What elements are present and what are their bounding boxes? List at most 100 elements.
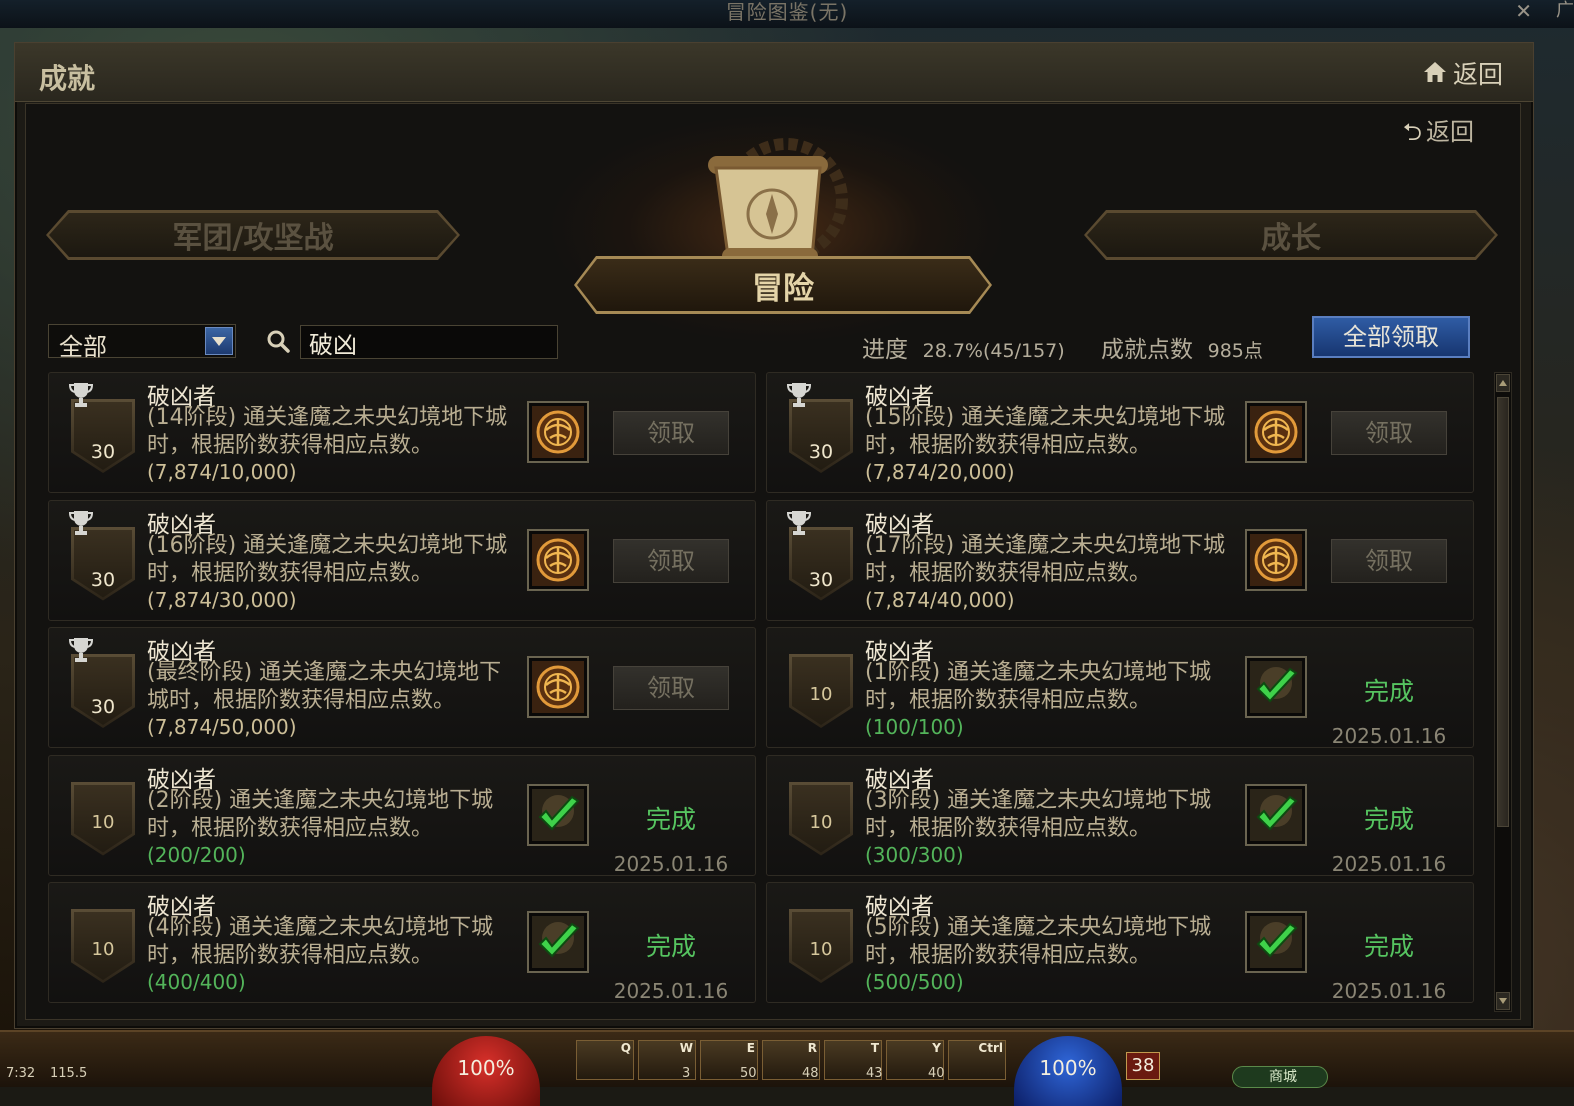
achievement-points: 10 (809, 684, 833, 705)
achievement-points: 30 (808, 568, 834, 591)
tab-legion-siege[interactable]: 军团/攻坚战 (46, 210, 460, 260)
points-shield: 30 (71, 526, 135, 601)
trophy-icon (69, 638, 93, 662)
hp-orb: 100% (432, 1036, 540, 1106)
points-shield: 10 (789, 909, 853, 983)
claim-button[interactable]: 领取 (613, 411, 729, 455)
achievement-card: 10 破凶者 (1阶段) 通关逢魔之未央幻境地下城时，根据阶数获得相应点数。 (… (766, 627, 1474, 748)
skill-slot-q[interactable]: Q (576, 1040, 634, 1080)
close-icon[interactable]: ✕ (1515, 0, 1532, 22)
game-hud: 7:32 115.5 100% Q W E R T Y Ctrl 3 50 48… (0, 1030, 1574, 1106)
tab-adventure-label: 冒险 (577, 259, 989, 311)
header-back-button[interactable]: 返回 (1453, 55, 1503, 91)
achievement-points: 30 (90, 441, 116, 463)
progress-value: 28.7%(45/157) (922, 340, 1065, 362)
points-stat: 成就点数 985点 (1101, 330, 1263, 364)
list-scrollbar[interactable] (1494, 372, 1512, 1012)
reward-slot[interactable] (1245, 401, 1307, 463)
home-icon[interactable] (1423, 61, 1447, 83)
title-extra-text: 广 (1556, 0, 1574, 21)
slot-count-2: 50 (740, 1066, 757, 1081)
claim-all-button[interactable]: 全部领取 (1312, 316, 1470, 358)
achievement-card: 10 破凶者 (2阶段) 通关逢魔之未央幻境地下城时，根据阶数获得相应点数。 (… (48, 754, 756, 876)
scroll-thumb[interactable] (1497, 397, 1509, 827)
category-filter-select[interactable]: 全部 (48, 324, 236, 361)
points-shield: 10 (789, 654, 853, 728)
achievement-points: 10 (809, 939, 833, 960)
points-shield: 30 (789, 526, 853, 601)
achievement-description: (5阶段) 通关逢魔之未央幻境地下城时，根据阶数获得相应点数。 (865, 915, 1212, 968)
completed-label: 完成 (1363, 804, 1414, 834)
slot-count-3: 48 (802, 1066, 819, 1081)
return-arrow-icon: ⮌ (1402, 118, 1422, 146)
category-filter-value: 全部 (59, 333, 107, 361)
reward-slot[interactable] (527, 528, 589, 591)
scroll-compass-icon (708, 138, 848, 266)
achievement-medal-icon (1250, 533, 1302, 586)
achievement-progress: (400/400) (147, 970, 246, 994)
achievement-card: 30 破凶者 (16阶段) 通关逢魔之未央幻境地下城时，根据阶数获得相应点数。 … (48, 499, 756, 621)
claim-button[interactable]: 领取 (1331, 411, 1447, 455)
points-shield: 30 (71, 654, 135, 728)
achievement-points: 10 (809, 811, 833, 833)
achievement-progress: (7,874/30,000) (147, 587, 297, 612)
points-shield: 30 (789, 399, 853, 473)
scroll-up-button[interactable] (1496, 374, 1510, 392)
achievement-window: 成就 返回 ⮌ 返回 军团/攻坚战 成长 冒险 全部 破凶 进度 28.7%(4… (14, 42, 1534, 1029)
points-shield: 10 (71, 781, 135, 856)
claim-button[interactable]: 领取 (613, 538, 729, 583)
search-icon (267, 330, 290, 353)
achievement-description: (3阶段) 通关逢魔之未央幻境地下城时，根据阶数获得相应点数。 (865, 787, 1212, 841)
achievement-progress: (100/100) (865, 715, 964, 739)
chevron-down-icon[interactable] (205, 327, 233, 355)
search-input[interactable] (300, 325, 558, 359)
achievement-progress: (300/300) (865, 842, 964, 867)
scroll-down-button[interactable] (1496, 992, 1510, 1010)
tab-growth-label: 成长 (1087, 213, 1495, 257)
progress-label: 进度 (862, 337, 908, 363)
achievement-progress: (200/200) (147, 842, 246, 867)
claim-button[interactable]: 领取 (613, 666, 729, 710)
completed-date: 2025.01.16 (1331, 724, 1447, 748)
reward-slot[interactable] (527, 401, 589, 463)
checkmark-icon (1250, 916, 1302, 968)
tab-adventure[interactable]: 冒险 (574, 256, 992, 314)
completed-date: 2025.01.16 (1331, 851, 1447, 876)
progress-stat: 进度 28.7%(45/157) (862, 330, 1065, 364)
slot-count-4: 43 (866, 1066, 883, 1081)
reward-slot[interactable] (1245, 656, 1307, 718)
sub-back-button[interactable]: ⮌ 返回 (1403, 112, 1474, 156)
checkmark-icon (532, 788, 584, 841)
points-shield: 30 (71, 399, 135, 473)
points-label: 成就点数 (1101, 337, 1193, 363)
reward-slot[interactable] (1245, 528, 1307, 591)
reward-slot[interactable] (527, 911, 589, 973)
trophy-icon (787, 510, 811, 535)
completed-label: 完成 (645, 932, 696, 961)
achievement-progress: (7,874/50,000) (147, 715, 297, 739)
mp-value: 100% (1039, 1056, 1097, 1080)
reward-slot[interactable] (1245, 911, 1307, 973)
client-title-bar: 冒险图鉴(无) ✕ 广 (0, 0, 1574, 28)
reward-slot[interactable] (527, 656, 589, 718)
claim-button[interactable]: 领取 (1331, 538, 1447, 583)
points-shield: 10 (71, 909, 135, 983)
achievement-card: 30 破凶者 (14阶段) 通关逢魔之未央幻境地下城时，根据阶数获得相应点数。 … (48, 372, 756, 493)
points-shield: 10 (789, 781, 853, 856)
achievement-description: (1阶段) 通关逢魔之未央幻境地下城时，根据阶数获得相应点数。 (865, 660, 1212, 713)
achievement-progress: (7,874/40,000) (865, 587, 1015, 612)
achievement-card: 10 破凶者 (4阶段) 通关逢魔之未央幻境地下城时，根据阶数获得相应点数。 (… (48, 882, 756, 1003)
completed-label: 完成 (1363, 932, 1414, 961)
skill-slot-ctrl[interactable]: Ctrl (948, 1040, 1006, 1080)
reward-slot[interactable] (527, 783, 589, 846)
checkmark-icon (1250, 661, 1302, 713)
slot-count-1: 3 (682, 1066, 691, 1081)
checkmark-icon (532, 916, 584, 968)
tab-growth[interactable]: 成长 (1084, 210, 1498, 260)
reward-slot[interactable] (1245, 783, 1307, 846)
achievement-points: 30 (90, 696, 116, 718)
achievement-description: (4阶段) 通关逢魔之未央幻境地下城时，根据阶数获得相应点数。 (147, 915, 494, 968)
achievement-description: (17阶段) 通关逢魔之未央幻境地下城时，根据阶数获得相应点数。 (865, 532, 1226, 586)
trophy-icon (69, 383, 93, 407)
completed-date: 2025.01.16 (1331, 979, 1447, 1003)
